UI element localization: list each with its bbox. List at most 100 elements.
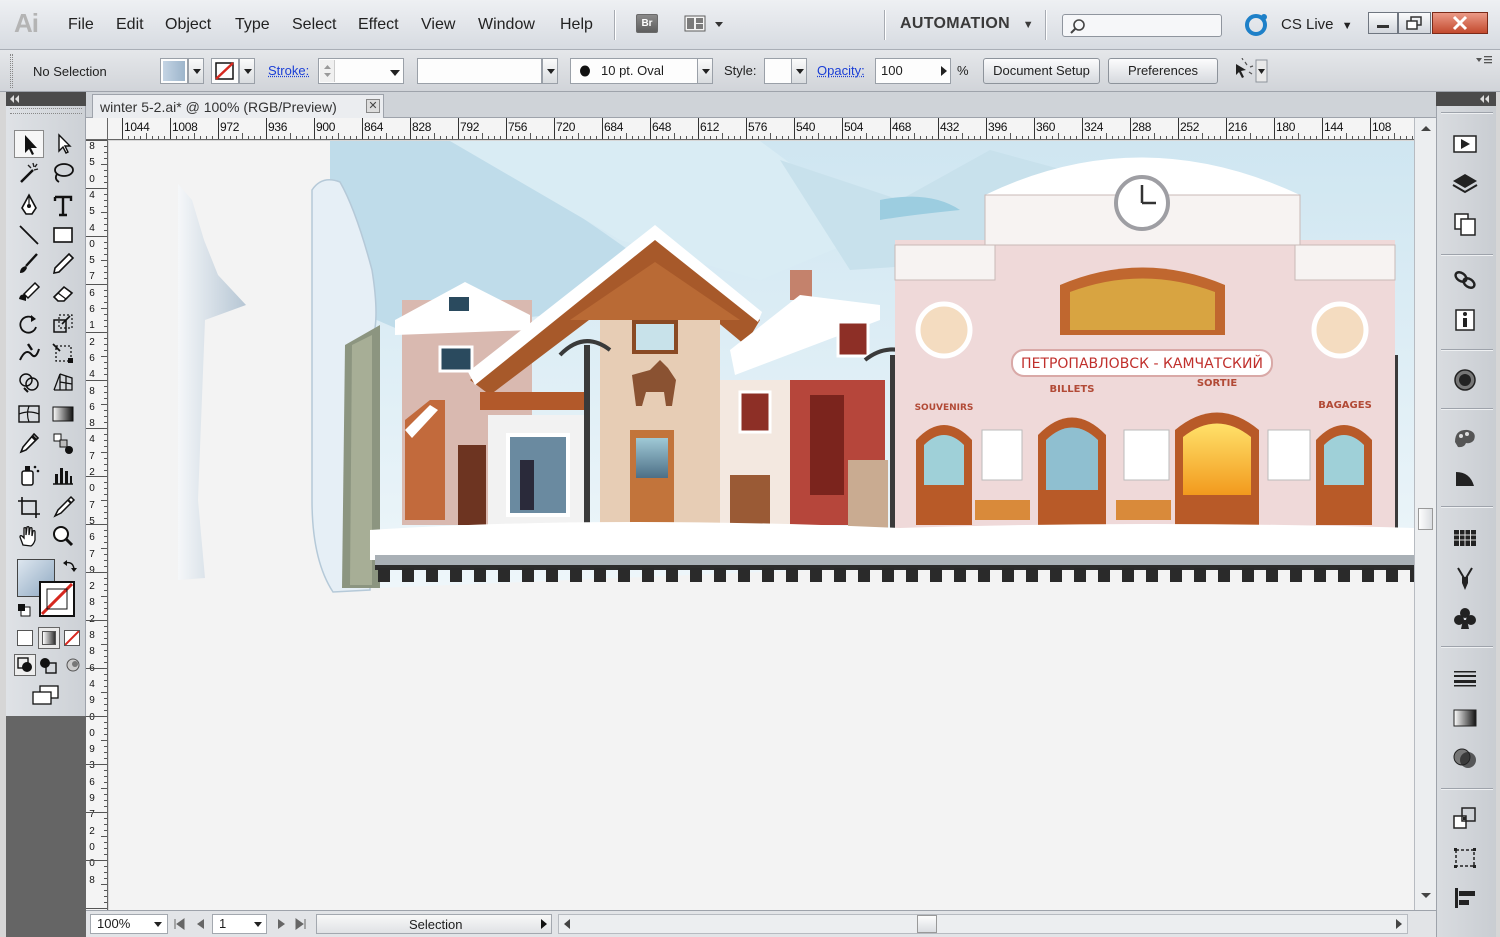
zoom-select[interactable]: 100% — [90, 914, 168, 934]
preferences-button[interactable]: Preferences — [1108, 58, 1218, 84]
pen-tool[interactable] — [14, 192, 44, 220]
help-search-input[interactable] — [1062, 14, 1222, 37]
draw-inside-button[interactable] — [63, 655, 85, 677]
scroll-right-icon[interactable] — [1393, 915, 1405, 933]
panel-menu-button[interactable] — [1474, 54, 1494, 68]
menu-file[interactable]: File — [68, 16, 94, 34]
rotate-tool[interactable] — [14, 310, 44, 338]
type-tool[interactable] — [48, 192, 78, 220]
vertical-ruler[interactable]: 8504540576612648684720756792828864900936… — [86, 140, 108, 910]
close-window-button[interactable] — [1432, 12, 1488, 34]
transform-panel-button[interactable] — [1450, 804, 1480, 832]
scroll-up-icon[interactable] — [1416, 122, 1436, 134]
horizontal-ruler[interactable]: 1044 1008 972 936 900 864 828 792 756 720 684 648 61… — [108, 118, 1414, 140]
dock-header[interactable] — [1436, 92, 1496, 106]
eyedropper-tool[interactable] — [14, 429, 44, 457]
line-segment-tool[interactable] — [14, 221, 44, 249]
panel-grip[interactable] — [10, 108, 82, 114]
graphic-style-swatch[interactable] — [764, 58, 792, 84]
menu-help[interactable]: Help — [560, 16, 593, 34]
restore-button[interactable] — [1398, 12, 1431, 34]
workspace-switcher[interactable]: AUTOMATION ▼ — [900, 15, 1034, 33]
variable-width-dropdown[interactable] — [542, 58, 558, 84]
next-artboard-icon[interactable] — [274, 917, 288, 931]
gradient-mode-button[interactable] — [38, 627, 60, 649]
stroke-weight-field[interactable] — [318, 58, 404, 84]
draw-normal-button[interactable] — [14, 654, 36, 676]
warp-tool[interactable] — [14, 339, 44, 367]
artboards-panel-button[interactable] — [1450, 210, 1480, 238]
gradient-swatch-panel-button[interactable] — [1450, 464, 1480, 492]
brush-dropdown[interactable] — [697, 58, 713, 84]
opacity-field[interactable]: 100 — [875, 58, 951, 84]
vertical-scrollbar[interactable] — [1414, 118, 1436, 910]
panel-grip[interactable] — [10, 54, 13, 88]
color-guide-panel-button[interactable] — [1450, 424, 1480, 452]
stroke-panel-button[interactable] — [1450, 664, 1480, 692]
gradient-tool[interactable] — [48, 400, 78, 428]
menu-select[interactable]: Select — [292, 16, 336, 34]
graphic-style-dropdown[interactable] — [791, 58, 807, 84]
toolbox-header[interactable] — [6, 92, 86, 106]
mesh-tool[interactable] — [14, 400, 44, 428]
swap-fill-stroke-button[interactable] — [62, 558, 78, 574]
document-setup-button[interactable]: Document Setup — [983, 58, 1100, 84]
slice-tool[interactable] — [48, 493, 78, 521]
minimize-button[interactable] — [1368, 12, 1398, 34]
ruler-origin[interactable] — [86, 118, 108, 140]
stroke-weight-stepper[interactable] — [320, 60, 335, 82]
horizontal-scrollbar[interactable] — [558, 914, 1408, 934]
scroll-left-icon[interactable] — [561, 915, 573, 933]
close-document-button[interactable]: ✕ — [366, 99, 380, 113]
menu-effect[interactable]: Effect — [358, 16, 399, 34]
free-transform-tool[interactable] — [48, 339, 78, 367]
layers-panel-button[interactable] — [1450, 170, 1480, 198]
magic-wand-tool[interactable] — [14, 159, 44, 187]
zoom-tool[interactable] — [48, 522, 78, 550]
rectangle-tool[interactable] — [48, 221, 78, 249]
previous-artboard-icon[interactable] — [194, 917, 208, 931]
symbol-sprayer-tool[interactable] — [14, 461, 44, 489]
stroke-dropdown[interactable] — [239, 58, 255, 84]
bridge-button[interactable]: Br — [636, 14, 658, 33]
arrange-documents-button[interactable] — [684, 14, 724, 34]
transparency-panel-button[interactable] — [1450, 744, 1480, 772]
last-artboard-icon[interactable] — [292, 917, 308, 931]
align-panel-button[interactable] — [1450, 844, 1480, 872]
swatches-panel-button[interactable] — [1450, 524, 1480, 552]
perspective-grid-tool[interactable] — [48, 368, 78, 396]
document-tab[interactable]: winter 5-2.ai* @ 100% (RGB/Preview) ✕ — [92, 94, 384, 118]
pathfinder-panel-button[interactable] — [1450, 884, 1480, 912]
pencil-tool[interactable] — [48, 250, 78, 278]
brush-definition[interactable]: 10 pt. Oval — [570, 58, 698, 84]
vertical-scroll-thumb[interactable] — [1418, 508, 1433, 530]
menu-type[interactable]: Type — [235, 16, 270, 34]
color-mode-button[interactable] — [17, 630, 33, 646]
first-artboard-icon[interactable] — [172, 917, 188, 931]
links-panel-button[interactable] — [1450, 266, 1480, 294]
none-mode-button[interactable] — [64, 630, 80, 646]
hand-tool[interactable] — [14, 522, 44, 550]
draw-behind-button[interactable] — [38, 655, 60, 677]
shape-builder-tool[interactable] — [14, 368, 44, 396]
blend-tool[interactable] — [48, 429, 78, 457]
menu-view[interactable]: View — [421, 16, 455, 34]
appearance-panel-button[interactable] — [1450, 366, 1480, 394]
fill-swatch[interactable] — [160, 58, 188, 84]
screen-mode-button[interactable] — [30, 684, 62, 706]
scroll-down-icon[interactable] — [1416, 890, 1436, 902]
lasso-tool[interactable] — [48, 159, 78, 187]
stroke-panel-link[interactable]: Stroke: — [268, 63, 309, 78]
gradient-panel-button[interactable] — [1450, 704, 1480, 732]
artboard-canvas[interactable]: ПЕТРОПАВЛОВСК - КАМЧАТСКИЙ BILLETS SORTI… — [109, 141, 1414, 910]
menu-window[interactable]: Window — [478, 16, 535, 34]
horizontal-scroll-thumb[interactable] — [917, 915, 937, 933]
paintbrush-tool[interactable] — [14, 250, 44, 278]
menu-edit[interactable]: Edit — [116, 16, 144, 34]
blob-brush-tool[interactable] — [14, 279, 44, 307]
default-fill-stroke-button[interactable] — [17, 603, 31, 617]
menu-object[interactable]: Object — [165, 16, 211, 34]
direct-selection-tool[interactable] — [48, 130, 78, 158]
eraser-tool[interactable] — [48, 279, 78, 307]
status-display-menu[interactable]: Selection — [316, 914, 552, 934]
